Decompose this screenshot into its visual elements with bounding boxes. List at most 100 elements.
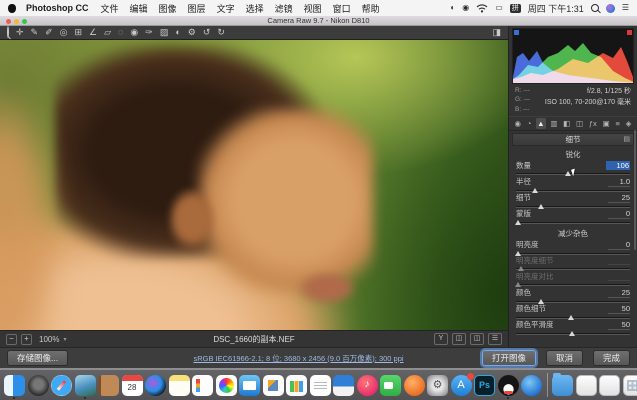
dock-contacts-icon[interactable]	[98, 375, 119, 396]
slider-color[interactable]: 颜色 25	[516, 288, 630, 304]
tab-camera-calibration-icon[interactable]: ▣	[601, 118, 611, 129]
white-balance-tool-icon[interactable]: ✎	[31, 28, 39, 37]
zoom-in-button[interactable]: +	[21, 334, 32, 345]
window-title-bar[interactable]: Camera Raw 9.7 - Nikon D810	[0, 16, 637, 26]
red-eye-tool-icon[interactable]: ◉	[130, 28, 138, 37]
tab-basic-icon[interactable]: ◉	[513, 118, 523, 129]
highlight-clipping-toggle[interactable]	[627, 30, 632, 35]
siri-icon[interactable]	[606, 4, 615, 13]
dock-system-preferences-icon[interactable]: ⚙	[427, 375, 448, 396]
dock-blue-browser-icon[interactable]	[521, 375, 542, 396]
tab-presets-icon[interactable]: ≡	[614, 118, 621, 129]
dock-orange-app-icon[interactable]	[404, 375, 425, 396]
dock-minimized-document-1[interactable]	[576, 375, 597, 396]
dock-keynote-icon[interactable]	[333, 375, 354, 396]
dock-qq-icon[interactable]	[498, 375, 519, 396]
dock-photoshop-icon[interactable]: Ps	[474, 375, 495, 396]
tab-detail-icon[interactable]: ▲	[536, 118, 546, 129]
slider-masking-thumb[interactable]	[515, 220, 521, 225]
slider-color-detail[interactable]: 颜色细节 50	[516, 304, 630, 320]
swap-before-after-icon[interactable]: ◫	[452, 333, 466, 345]
zoom-out-button[interactable]: −	[6, 334, 17, 345]
dock-finder-icon[interactable]	[4, 375, 25, 396]
tab-lens-corrections-icon[interactable]: ◫	[575, 118, 585, 129]
dock-minimized-document-2[interactable]	[599, 375, 620, 396]
notification-center-icon[interactable]: ☰	[622, 4, 629, 12]
slider-amount-thumb[interactable]	[565, 171, 571, 176]
panel-scrollbar[interactable]	[634, 130, 636, 250]
dock-facetime-icon[interactable]	[380, 375, 401, 396]
dock-launchpad-icon[interactable]	[28, 375, 49, 396]
dock-textedit-icon[interactable]	[310, 375, 331, 396]
zoom-level-caret-icon[interactable]: ▾	[63, 336, 66, 343]
slider-masking[interactable]: 蒙版 0	[516, 209, 630, 225]
adjustment-brush-tool-icon[interactable]: ✑	[145, 28, 153, 37]
slider-radius-value[interactable]: 1.0	[608, 177, 630, 187]
spot-removal-tool-icon[interactable]: ◌	[118, 28, 123, 37]
open-image-button[interactable]: 打开图像	[482, 350, 536, 365]
fullscreen-toggle-icon[interactable]: ◨	[492, 27, 501, 38]
dock-minimized-document-3[interactable]	[623, 375, 637, 396]
crop-tool-icon[interactable]: ⊞	[75, 28, 83, 37]
tab-effects-icon[interactable]: ƒx	[587, 118, 598, 129]
dock-photos-icon[interactable]	[216, 375, 237, 396]
apple-menu-icon[interactable]	[8, 4, 16, 13]
done-button[interactable]: 完成	[593, 350, 630, 365]
slider-luminance-value[interactable]: 0	[608, 240, 630, 250]
input-method-icon[interactable]: 拼	[510, 4, 521, 13]
zoom-tool-icon[interactable]	[7, 28, 9, 37]
menu-filter[interactable]: 滤镜	[275, 2, 293, 15]
slider-luminance[interactable]: 明亮度 0	[516, 240, 630, 256]
status-dot-icon[interactable]: ◉	[462, 4, 469, 12]
graduated-filter-tool-icon[interactable]: ▨	[160, 28, 169, 37]
slider-color-smoothness[interactable]: 颜色平滑度 50	[516, 320, 630, 336]
slider-color-smoothness-thumb[interactable]	[569, 331, 575, 336]
menu-file[interactable]: 文件	[101, 2, 119, 15]
menu-edit[interactable]: 编辑	[130, 2, 148, 15]
transform-tool-icon[interactable]: ▱	[104, 28, 111, 37]
menu-bar-clock[interactable]: 周四 下午1:31	[528, 2, 584, 15]
menu-image[interactable]: 图像	[159, 2, 177, 15]
tab-hsl-grayscale-icon[interactable]: ▥	[549, 118, 559, 129]
preview-menu-icon[interactable]: ☰	[488, 333, 502, 345]
preferences-icon[interactable]: ⚙	[188, 28, 196, 37]
straighten-tool-icon[interactable]: ∠	[89, 28, 97, 37]
app-menu-title[interactable]: Photoshop CC	[26, 3, 89, 13]
tab-split-toning-icon[interactable]: ◧	[562, 118, 572, 129]
copy-settings-icon[interactable]: ◫	[470, 333, 484, 345]
slider-detail[interactable]: 细节 25	[516, 193, 630, 209]
dock-itunes-icon[interactable]: ♪	[357, 375, 378, 396]
slider-color-value[interactable]: 25	[608, 288, 630, 298]
dock-safari-icon[interactable]	[51, 375, 72, 396]
color-sampler-tool-icon[interactable]: ✐	[45, 28, 53, 37]
tab-tone-curve-icon[interactable]: ◔	[525, 118, 533, 129]
slider-amount-value[interactable]: 106	[606, 161, 630, 170]
wifi-icon[interactable]	[476, 3, 488, 13]
dock-siri-icon[interactable]	[145, 375, 166, 396]
dock-numbers-icon[interactable]	[286, 375, 307, 396]
targeted-adjustment-tool-icon[interactable]: ◎	[60, 28, 68, 37]
histogram[interactable]	[512, 28, 634, 84]
before-after-view-icon[interactable]: Y	[434, 333, 448, 345]
panel-menu-icon[interactable]: ▤	[623, 134, 630, 145]
menu-help[interactable]: 帮助	[362, 2, 380, 15]
dock-mail-icon[interactable]	[239, 375, 260, 396]
radial-filter-tool-icon[interactable]: ◐	[175, 28, 180, 37]
cancel-button[interactable]: 取消	[546, 350, 583, 365]
slider-radius[interactable]: 半径 1.0	[516, 177, 630, 193]
slider-color-smoothness-value[interactable]: 50	[608, 320, 630, 330]
status-circle-icon[interactable]: ◐	[450, 4, 455, 12]
dock-app-store-icon[interactable]: A	[451, 375, 472, 396]
menu-type[interactable]: 文字	[217, 2, 235, 15]
slider-color-detail-value[interactable]: 50	[608, 304, 630, 314]
rotate-left-icon[interactable]: ↺	[203, 28, 211, 37]
menu-window[interactable]: 窗口	[333, 2, 351, 15]
menu-layer[interactable]: 图层	[188, 2, 206, 15]
workflow-options-link[interactable]: sRGB IEC61966-2.1; 8 位; 3680 x 2456 (9.0…	[140, 353, 457, 364]
slider-amount[interactable]: 数量 106	[516, 161, 630, 177]
zoom-level-select[interactable]: 100%	[39, 335, 59, 344]
tab-snapshots-icon[interactable]: ◈	[624, 118, 633, 129]
slider-detail-value[interactable]: 25	[608, 193, 630, 203]
menu-view[interactable]: 视图	[304, 2, 322, 15]
image-preview[interactable]	[0, 40, 508, 330]
